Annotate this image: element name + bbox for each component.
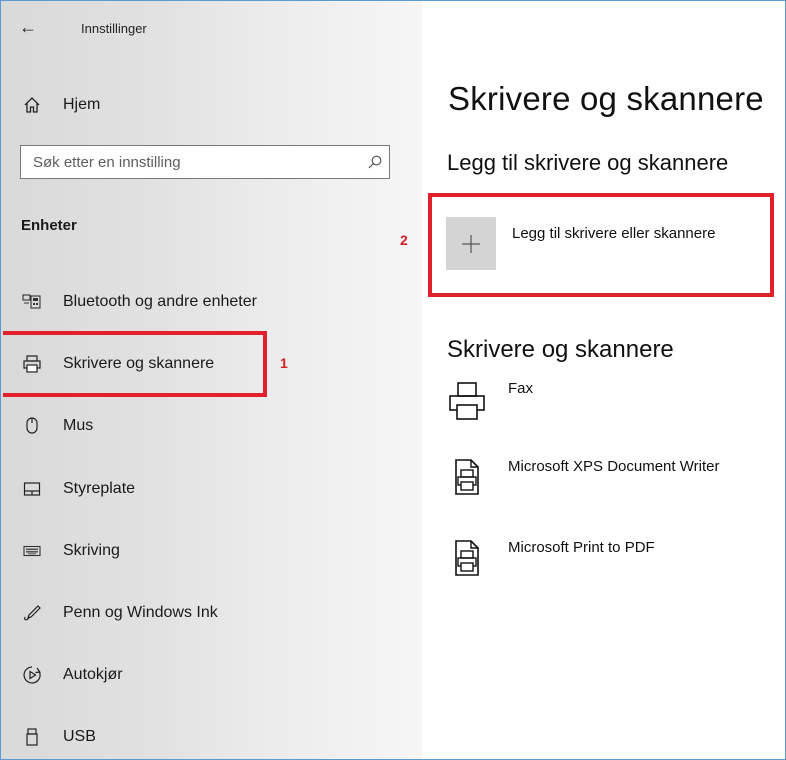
sidebar-item-mouse[interactable]: Mus: [21, 411, 93, 441]
sidebar-item-label: Skriving: [63, 542, 120, 559]
mouse-icon: [21, 415, 43, 437]
home-label: Hjem: [63, 96, 101, 113]
sidebar-item-label: Bluetooth og andre enheter: [63, 293, 257, 310]
sidebar-item-touchpad[interactable]: Styreplate: [21, 474, 135, 504]
keyboard-icon: [21, 540, 43, 562]
sidebar-item-usb[interactable]: USB: [21, 722, 96, 752]
printer-item-pdf[interactable]: Microsoft Print to PDF: [446, 537, 655, 581]
section-header: Enheter: [21, 217, 77, 234]
search-icon[interactable]: [361, 154, 389, 170]
search-box[interactable]: [20, 145, 390, 179]
add-printer-label[interactable]: Legg til skrivere eller skannere: [512, 225, 715, 242]
document-printer-icon: [446, 456, 490, 500]
sidebar-item-label: USB: [63, 728, 96, 745]
annotation-box-1: [3, 331, 267, 397]
sidebar-item-autoplay[interactable]: Autokjør: [21, 660, 123, 690]
printer-item-xps[interactable]: Microsoft XPS Document Writer: [446, 456, 719, 500]
sidebar-item-bluetooth[interactable]: Bluetooth og andre enheter: [21, 287, 257, 317]
home-icon: [21, 94, 43, 116]
sidebar-item-label: Autokjør: [63, 666, 123, 683]
printer-name: Microsoft XPS Document Writer: [508, 458, 720, 475]
home-nav-item[interactable]: Hjem: [21, 90, 100, 120]
back-arrow-icon[interactable]: ←: [19, 17, 39, 37]
usb-icon: [21, 726, 43, 748]
pen-icon: [21, 602, 43, 624]
sidebar-item-typing[interactable]: Skriving: [21, 536, 120, 566]
sidebar-item-pen[interactable]: Penn og Windows Ink: [21, 598, 218, 628]
bluetooth-devices-icon: [21, 291, 43, 313]
annotation-marker-1: 1: [280, 355, 288, 371]
printer-name: Fax: [508, 380, 534, 397]
annotation-marker-2: 2: [400, 232, 408, 248]
printer-item-fax[interactable]: Fax: [446, 378, 533, 422]
app-title: Innstillinger: [81, 21, 147, 36]
page-title: Skrivere og skannere: [448, 80, 764, 117]
touchpad-icon: [21, 478, 43, 500]
add-section-title: Legg til skrivere og skannere: [447, 150, 729, 175]
search-input[interactable]: [31, 152, 361, 172]
sidebar-item-label: Styreplate: [63, 480, 136, 497]
printer-list-title: Skrivere og skannere: [447, 336, 674, 363]
plus-icon: [462, 234, 480, 253]
autoplay-icon: [21, 664, 43, 686]
document-printer-icon: [446, 537, 490, 581]
sidebar-item-label: Penn og Windows Ink: [63, 604, 218, 621]
add-printer-button[interactable]: [446, 217, 496, 270]
printer-name: Microsoft Print to PDF: [508, 539, 655, 556]
fax-printer-icon: [446, 378, 490, 422]
sidebar-item-label: Mus: [63, 417, 94, 434]
